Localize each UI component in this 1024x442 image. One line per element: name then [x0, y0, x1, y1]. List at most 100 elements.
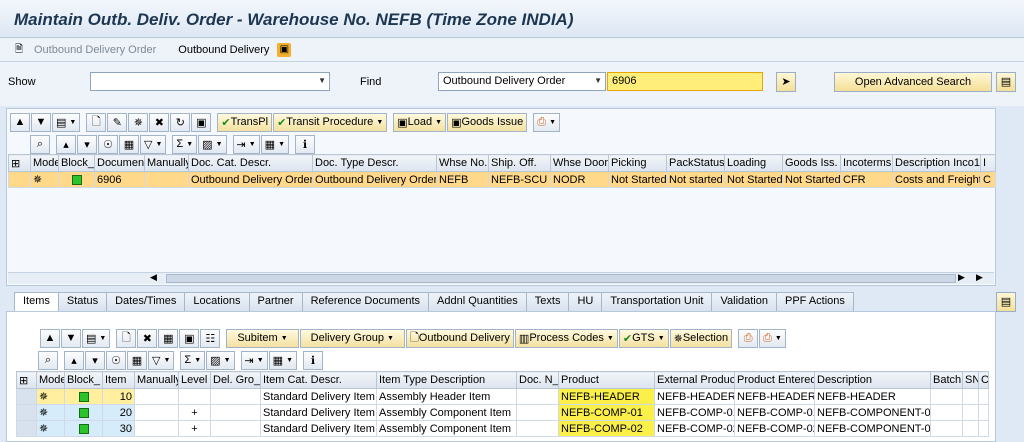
item-export-button[interactable]: ⇥ ▼ — [240, 350, 268, 370]
row-selector[interactable] — [16, 420, 37, 437]
row-selector[interactable] — [16, 404, 37, 421]
delete-button[interactable]: ✖ — [149, 112, 170, 132]
column-header[interactable]: Picking — [608, 154, 667, 172]
tab-items[interactable]: Items — [14, 292, 59, 312]
gts-button[interactable]: ✔ GTS ▼ — [618, 328, 669, 348]
document-cell[interactable]: 6906 — [94, 171, 145, 188]
item-find-button[interactable]: ☉ — [106, 350, 126, 370]
show-dropdown[interactable] — [90, 72, 330, 91]
delivery-group-button[interactable]: Delivery Group ▼ — [299, 328, 405, 348]
column-header[interactable]: Item Cat. Descr. — [260, 371, 377, 389]
column-header[interactable]: Incoterms — [840, 154, 893, 172]
item-layout-select-button[interactable]: ▦ ▼ — [268, 350, 297, 370]
table-row[interactable]: ✵ 6906 Outbound Delivery Order Outbound … — [8, 171, 996, 188]
tab-dates-times[interactable]: Dates/Times — [106, 292, 186, 311]
edit-button[interactable]: ✎ — [107, 112, 128, 132]
transit-procedure-button[interactable]: ✔ Transit Procedure ▼ — [273, 112, 388, 132]
column-header[interactable]: Product — [558, 371, 655, 389]
open-advanced-search-button[interactable]: Open Advanced Search — [834, 72, 992, 92]
info-button[interactable]: ℹ — [295, 134, 315, 154]
outbound-delivery-item-button[interactable]: 🗋 Outbound Delivery — [405, 328, 514, 348]
sort-descending-button[interactable]: ▾ — [77, 134, 97, 154]
item-filter-button[interactable]: ▽ ▼ — [148, 350, 175, 370]
details-view-button[interactable]: ⌕ — [30, 134, 50, 154]
item-move-up-button[interactable]: ▲ — [40, 328, 60, 348]
column-header[interactable]: Doc. N_ — [516, 371, 559, 389]
column-select-all[interactable]: ⊞ — [8, 154, 31, 172]
item-split-button[interactable]: ▦ — [158, 328, 179, 348]
column-header[interactable]: Whse No. — [436, 154, 489, 172]
column-header[interactable]: Ship. Off. — [488, 154, 551, 172]
item-subtotal-button[interactable]: ▨ ▼ — [206, 350, 235, 370]
subitem-button[interactable]: Subitem ▼ — [226, 328, 299, 348]
new-button[interactable]: 🗋 — [86, 112, 107, 132]
execute-search-button[interactable]: ➤ — [776, 72, 796, 92]
mode-cell[interactable]: ✵ — [36, 420, 65, 437]
column-header[interactable]: Manually — [134, 371, 179, 389]
selection-button[interactable]: ✵ Selection — [669, 328, 733, 348]
header-horizontal-scrollbar[interactable]: ◀ ▶ ▶ — [8, 272, 994, 284]
find-type-dropdown[interactable]: Outbound Delivery Order — [438, 72, 606, 91]
tab-texts[interactable]: Texts — [525, 292, 570, 311]
item-sum-button[interactable]: Σ ▼ — [180, 350, 206, 370]
scroll-right-icon[interactable]: ▶ — [958, 272, 965, 283]
item-new-button[interactable]: 🗋 — [116, 328, 137, 348]
mode-cell[interactable]: ✵ — [36, 404, 65, 421]
item-find-next-button[interactable]: ▦ — [127, 350, 147, 370]
column-header[interactable]: Block_ — [58, 154, 95, 172]
tab-transportation-unit[interactable]: Transportation Unit — [601, 292, 713, 311]
tab-partner[interactable]: Partner — [248, 292, 303, 311]
column-header[interactable]: Description — [814, 371, 931, 389]
tab-layout-button[interactable]: ▤ — [996, 292, 1016, 312]
column-header[interactable]: SN — [962, 371, 979, 389]
tab-ppf-actions[interactable]: PPF Actions — [775, 292, 854, 311]
find-value-input[interactable]: 6906 — [607, 72, 763, 91]
column-header[interactable]: Manually — [144, 154, 189, 172]
truck-icon[interactable]: ▣ — [277, 42, 292, 57]
print-button[interactable]: ⎙ ▼ — [533, 112, 560, 132]
item-delete-button[interactable]: ✖ — [137, 328, 158, 348]
sum-button[interactable]: Σ ▼ — [172, 134, 198, 154]
column-header[interactable]: Item Type Description — [376, 371, 517, 389]
column-header[interactable]: Item — [102, 371, 135, 389]
outbound-delivery-button[interactable]: Outbound Delivery — [178, 44, 269, 56]
product-cell[interactable]: NEFB-HEADER — [558, 388, 655, 405]
tab-hu[interactable]: HU — [568, 292, 603, 311]
scroll-right-end-icon[interactable]: ▶ — [976, 272, 983, 283]
column-header[interactable]: Whse Door — [550, 154, 609, 172]
tab-validation[interactable]: Validation — [711, 292, 777, 311]
tab-locations[interactable]: Locations — [184, 292, 250, 311]
refresh-button[interactable]: ↻ — [170, 112, 191, 132]
tab-status[interactable]: Status — [57, 292, 108, 311]
column-header[interactable]: Document — [94, 154, 145, 172]
column-header[interactable]: Product Entered — [734, 371, 815, 389]
document-icon[interactable]: 🗎 — [12, 43, 26, 57]
item-sort-descending-button[interactable]: ▾ — [85, 350, 105, 370]
item-move-down-button[interactable]: ▼ — [61, 328, 81, 348]
column-header[interactable]: Mode — [36, 371, 65, 389]
mode-cell[interactable]: ✵ — [30, 171, 59, 188]
scroll-left-icon[interactable]: ◀ — [150, 272, 157, 283]
table-row[interactable]: ✵ 30 + Standard Delivery Item Assembly C… — [16, 420, 989, 437]
tab-reference-documents[interactable]: Reference Documents — [301, 292, 430, 311]
move-up-button[interactable]: ▲ — [10, 112, 30, 132]
product-cell[interactable]: NEFB-COMP-02 — [558, 420, 655, 437]
column-header[interactable]: Block_ — [64, 371, 103, 389]
column-header[interactable]: Doc. Cat. Descr. — [188, 154, 313, 172]
column-header[interactable]: External Product — [654, 371, 735, 389]
item-details-button[interactable]: ▤ ▼ — [82, 328, 111, 348]
outbound-delivery-order-button[interactable]: Outbound Delivery Order — [34, 44, 156, 56]
find-button[interactable]: ☉ — [98, 134, 118, 154]
layout-select-button[interactable]: ▦ ▼ — [260, 134, 289, 154]
column-header[interactable]: Goods Iss. — [782, 154, 841, 172]
item-hierarchy-button[interactable]: ☷ — [200, 328, 221, 348]
layout-button[interactable]: ▤ — [996, 72, 1016, 92]
goods-issue-button[interactable]: ▣ Goods Issue — [447, 112, 528, 132]
find-next-button[interactable]: ▦ — [119, 134, 139, 154]
column-header[interactable]: Mode — [30, 154, 59, 172]
save-button[interactable]: ▣ — [191, 112, 212, 132]
column-header[interactable]: Loading — [724, 154, 783, 172]
details-button[interactable]: ▤ ▼ — [52, 112, 81, 132]
tab-addnl-quantities[interactable]: Addnl Quantities — [428, 292, 527, 311]
column-header[interactable]: C — [978, 371, 989, 389]
